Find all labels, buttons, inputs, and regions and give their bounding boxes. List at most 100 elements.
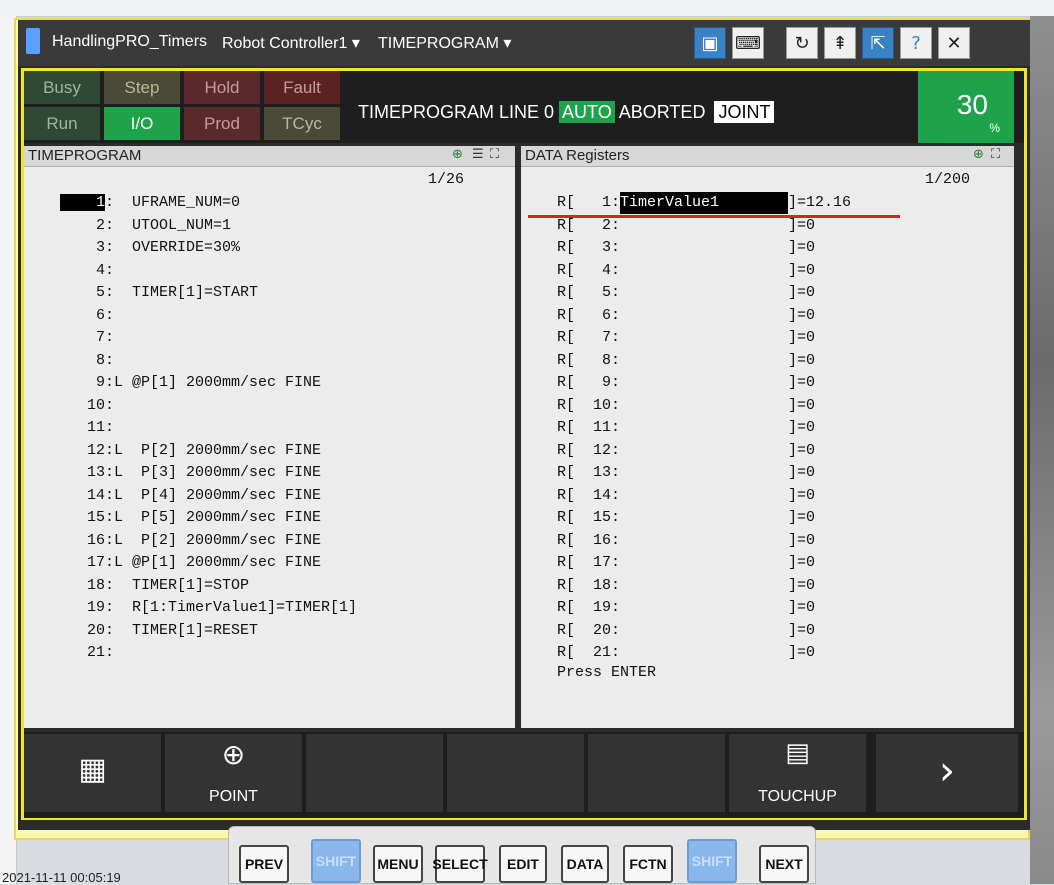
program-line[interactable]: 12:L P[2] 2000mm/sec FINE xyxy=(60,440,321,462)
register-value: ]=0 xyxy=(788,419,816,436)
register-comment-input[interactable]: TimerValue1 xyxy=(620,192,789,214)
data-pane-title: DATA Registers xyxy=(525,147,630,164)
register-value: ]=0 xyxy=(788,306,816,324)
program-line[interactable]: 16:L P[2] 2000mm/sec FINE xyxy=(60,530,321,552)
program-line[interactable]: 11: xyxy=(60,417,114,439)
status-line: TIMEPROGRAM LINE 0 AUTO ABORTED JOINT xyxy=(358,101,775,123)
program-line[interactable]: 4: xyxy=(60,260,114,282)
register-row[interactable]: R[ 12:]=0 xyxy=(557,440,815,462)
program-line[interactable]: 15:L P[5] 2000mm/sec FINE xyxy=(60,507,321,529)
register-row[interactable]: R[ 3:]=0 xyxy=(557,237,815,259)
register-row[interactable]: R[ 10:]=0 xyxy=(557,395,815,417)
mode-badge: AUTO xyxy=(559,101,615,123)
prev-key[interactable]: PREV xyxy=(239,845,289,883)
next-page-button[interactable]: › xyxy=(876,734,1018,812)
register-row[interactable]: R[ 8:]=0 xyxy=(557,350,815,372)
edit-key[interactable]: EDIT xyxy=(499,845,547,883)
program-line[interactable]: 1: UFRAME_NUM=0 xyxy=(60,192,240,214)
run-indicator: Run xyxy=(24,107,100,140)
program-line[interactable]: 20: TIMER[1]=RESET xyxy=(60,620,258,642)
register-row[interactable]: R[ 4:]=0 xyxy=(557,260,815,282)
register-row[interactable]: R[ 9:]=0 xyxy=(557,372,815,394)
program-line[interactable]: 17:L @P[1] 2000mm/sec FINE xyxy=(60,552,321,574)
maximize-icon[interactable]: ⛶ xyxy=(490,147,499,162)
shift-key-right[interactable]: SHIFT xyxy=(687,839,737,883)
program-line[interactable]: 3: OVERRIDE=30% xyxy=(60,237,240,259)
touchup-button[interactable]: ▤ TOUCHUP xyxy=(729,734,866,812)
data-pane[interactable]: DATA Registers ⊕ ⛶ 1/200 R[ 1:TimerValue… xyxy=(521,146,1014,728)
program-line[interactable]: 7: xyxy=(60,327,114,349)
program-line[interactable]: 10: xyxy=(60,395,114,417)
register-row[interactable]: R[ 16:]=0 xyxy=(557,530,815,552)
program-line[interactable]: 5: TIMER[1]=START xyxy=(60,282,258,304)
coord-badge: JOINT xyxy=(714,101,775,123)
program-line[interactable]: 9:L @P[1] 2000mm/sec FINE xyxy=(60,372,321,394)
register-row[interactable]: R[ 18: ]=0 xyxy=(557,575,815,597)
register-value: ]=0 xyxy=(788,216,816,234)
program-line[interactable]: 19: R[1:TimerValue1]=TIMER[1] xyxy=(60,597,357,619)
menu-grid-button[interactable]: ▦ xyxy=(24,734,161,812)
zoom-icon[interactable]: ⊕ xyxy=(973,147,984,162)
register-value: ]=0 xyxy=(788,351,816,369)
robot-add-icon: ⊕ xyxy=(221,738,246,771)
data-key[interactable]: DATA xyxy=(561,845,609,883)
program-line[interactable]: 8: xyxy=(60,350,114,372)
chevron-right-icon: › xyxy=(939,748,955,794)
robot-arm-icon[interactable]: ⇞ xyxy=(824,27,856,59)
help-icon[interactable]: ? xyxy=(900,27,932,59)
program-line[interactable]: 6: xyxy=(60,305,114,327)
program-dropdown[interactable]: TIMEPROGRAM ▾ xyxy=(378,33,511,53)
register-row[interactable]: R[ 17:]=0 xyxy=(557,552,815,574)
shift-key-left[interactable]: SHIFT xyxy=(311,839,361,883)
program-line[interactable]: 21: xyxy=(60,642,114,664)
register-index: R[ 2: xyxy=(557,216,621,234)
maximize-icon[interactable]: ⛶ xyxy=(991,147,1000,162)
pendant-view-icon[interactable]: ▣ xyxy=(694,27,726,59)
refresh-icon[interactable]: ↻ xyxy=(786,27,818,59)
teach-pendant-window: HandlingPRO_Timers Robot Controller1 ▾ T… xyxy=(18,20,1030,830)
f3-button[interactable] xyxy=(306,734,443,812)
program-line[interactable]: 14:L P[4] 2000mm/sec FINE xyxy=(60,485,321,507)
fctn-key[interactable]: FCTN xyxy=(623,845,673,883)
register-row[interactable]: R[ 20:]=0 xyxy=(557,620,815,642)
override-value: 30 xyxy=(956,89,988,120)
register-row[interactable]: R[ 15:]=0 xyxy=(557,507,815,529)
close-icon[interactable]: ✕ xyxy=(938,27,970,59)
f5-button[interactable] xyxy=(588,734,725,812)
register-row-1[interactable]: R[ 1:TimerValue1]=12.16 xyxy=(557,192,851,214)
register-value: ]=0 xyxy=(788,644,816,661)
program-line[interactable]: 18: TIMER[1]=STOP xyxy=(60,575,249,597)
grid-icon: ▦ xyxy=(78,752,107,787)
program-line[interactable]: 2: UTOOL_NUM=1 xyxy=(60,215,231,237)
chevron-down-icon: ▾ xyxy=(503,35,512,52)
zoom-icon[interactable]: ⊕ xyxy=(452,147,463,162)
register-row[interactable]: R[ 5:]=0 xyxy=(557,282,815,304)
popout-icon[interactable]: ⇱ xyxy=(862,27,894,59)
register-row[interactable]: R[ 11: ]=0 xyxy=(557,417,815,439)
register-index: R[ 18: xyxy=(557,576,621,594)
register-index: R[ 3: xyxy=(557,239,621,256)
program-line[interactable]: 13:L P[3] 2000mm/sec FINE xyxy=(60,462,321,484)
point-button[interactable]: ⊕ POINT xyxy=(165,734,302,812)
f4-button[interactable] xyxy=(447,734,584,812)
register-row[interactable]: R[ 13:]=0 xyxy=(557,462,815,484)
select-key[interactable]: SELECT xyxy=(432,845,488,883)
keyboard-icon[interactable]: ⌨ xyxy=(732,27,764,59)
program-pane[interactable]: TIMEPROGRAM ⊕ ☰ ⛶ 1/26 1: UFRAME_NUM=0 2… xyxy=(24,146,515,728)
register-row[interactable]: R[ 6:]=0 xyxy=(557,305,815,327)
register-value: ]=0 xyxy=(788,576,816,594)
register-row[interactable]: R[ 21:]=0 xyxy=(557,642,815,664)
register-index: R[ 7: xyxy=(557,329,621,346)
override-display[interactable]: 30 % xyxy=(918,71,1014,143)
menu-key[interactable]: MENU xyxy=(373,845,423,883)
register-value: ]=0 xyxy=(788,329,816,346)
register-index: R[ 11: xyxy=(557,419,621,436)
register-row[interactable]: R[ 14:]=0 xyxy=(557,485,815,507)
prod-indicator: Prod xyxy=(184,107,260,140)
next-key[interactable]: NEXT xyxy=(759,845,809,883)
menu-icon[interactable]: ☰ xyxy=(472,147,484,162)
register-row[interactable]: R[ 7: ]=0 xyxy=(557,327,815,349)
controller-dropdown[interactable]: Robot Controller1 ▾ xyxy=(222,33,360,53)
touchup-icon: ▤ xyxy=(785,738,810,768)
register-row[interactable]: R[ 19:]=0 xyxy=(557,597,815,619)
